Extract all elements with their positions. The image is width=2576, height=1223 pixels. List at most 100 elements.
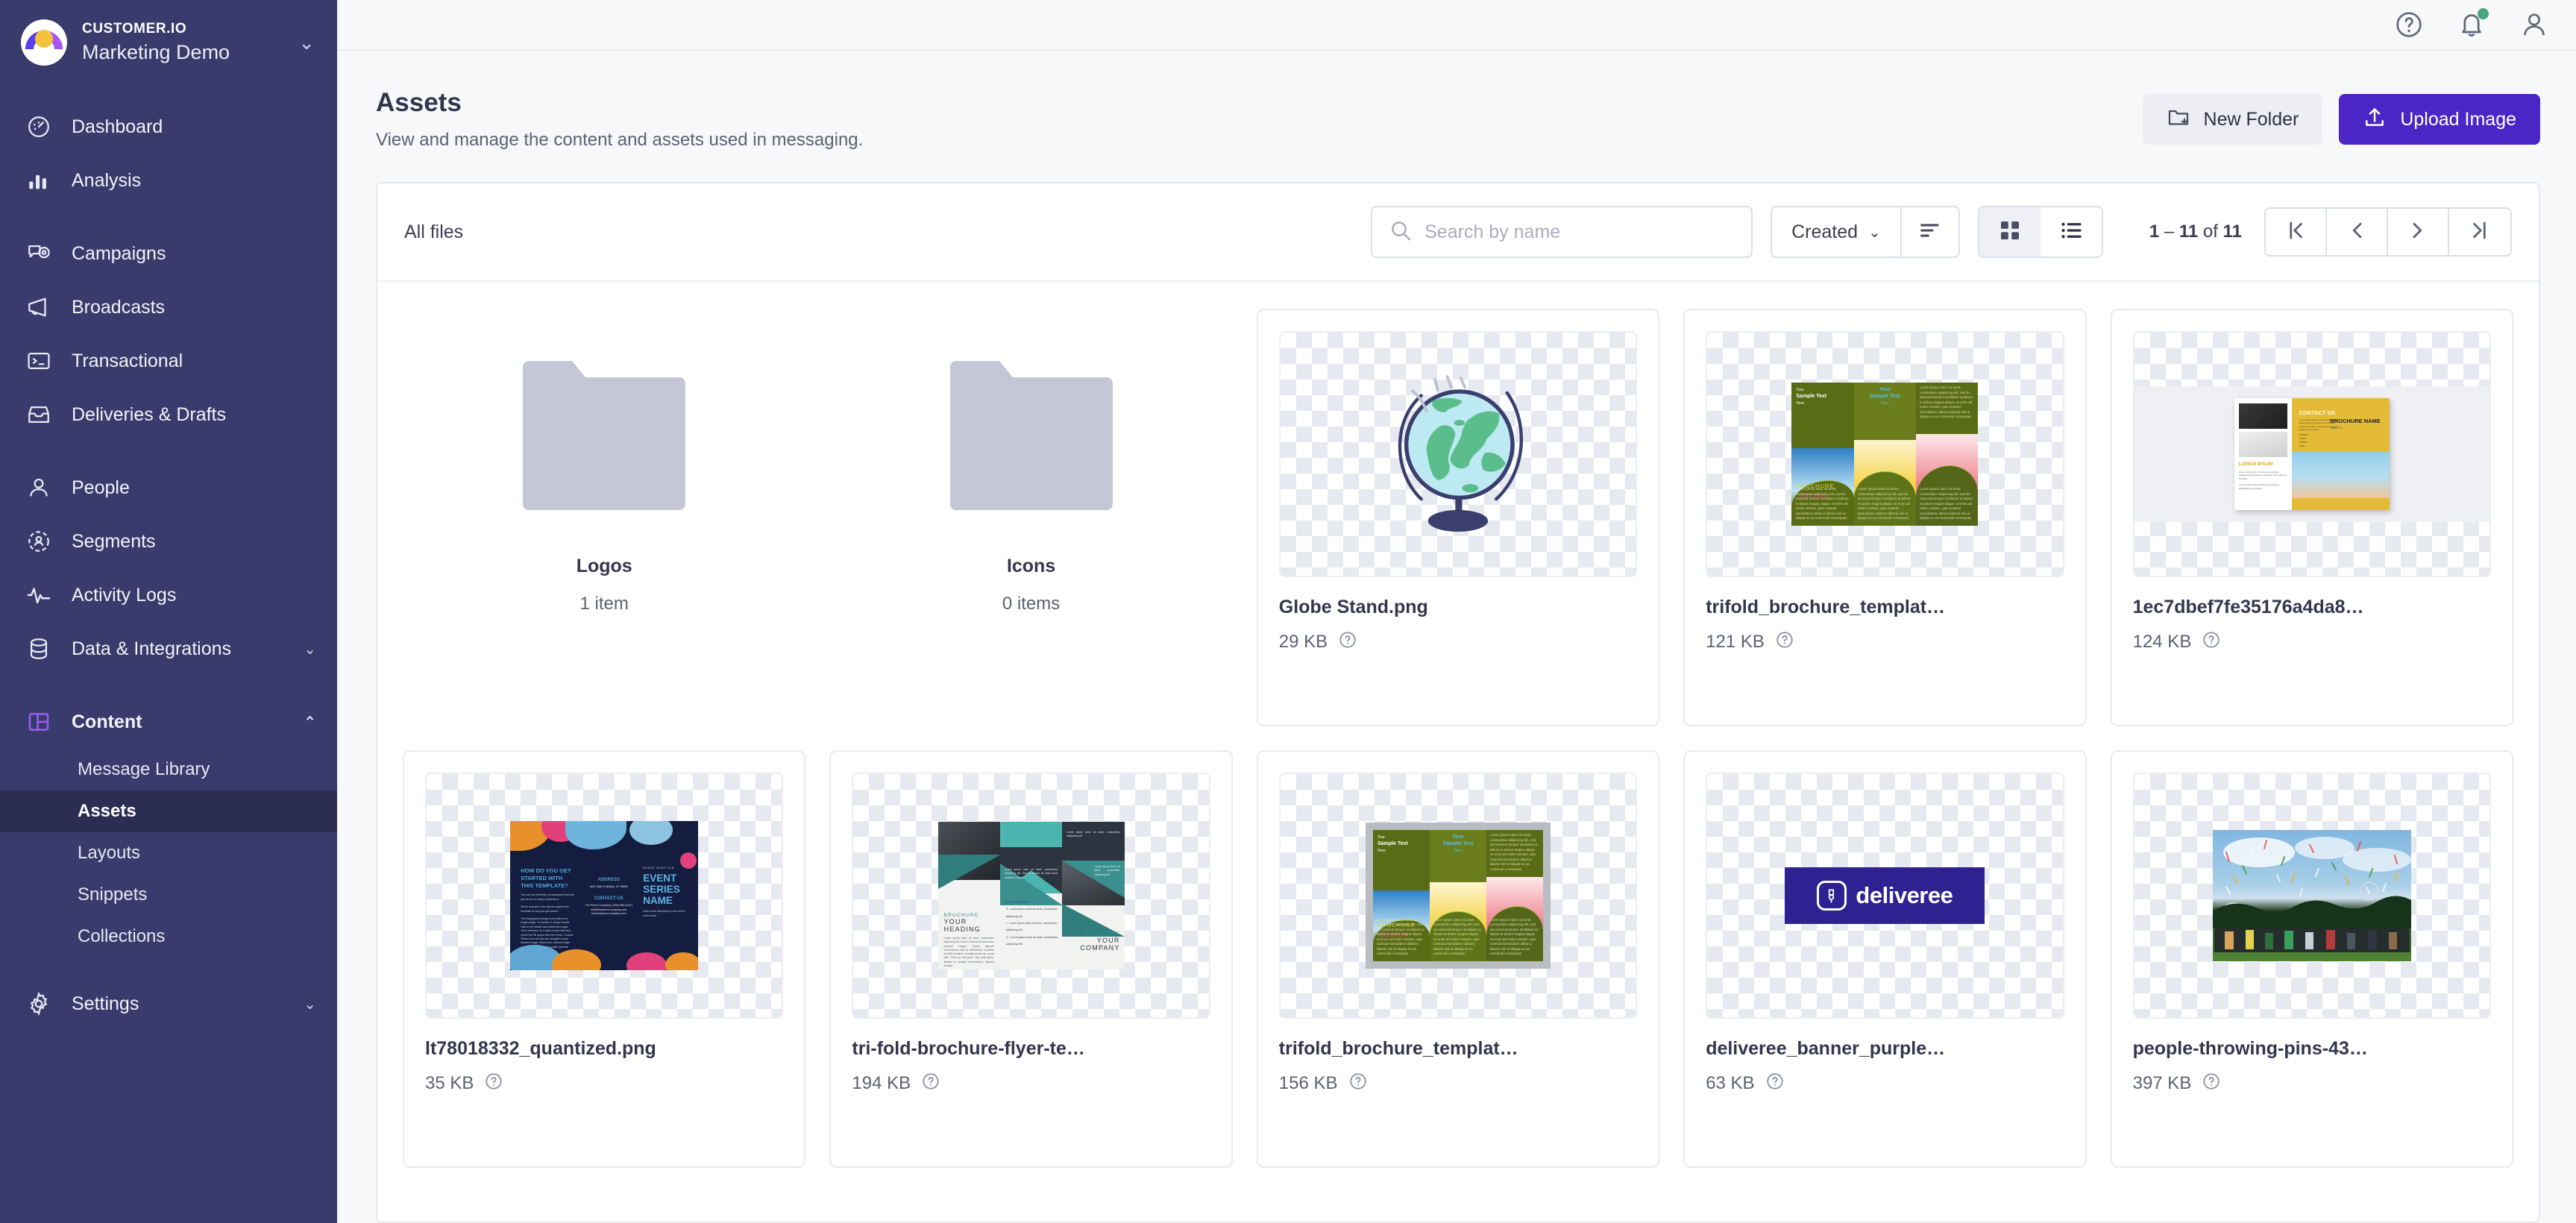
folder-item-icons[interactable]: Icons 0 items <box>829 309 1232 726</box>
sidebar-item-broadcasts[interactable]: Broadcasts <box>0 280 337 334</box>
grid-cell: Your Sample Text Here BROCHURE DESIGN Lore… <box>1256 750 1660 1168</box>
asset-meta: 29 KB <box>1279 630 1637 653</box>
asset-meta: 121 KB <box>1706 630 2064 653</box>
upload-image-button[interactable]: Upload Image <box>2339 94 2540 145</box>
chevron-down-icon[interactable]: ⌄ <box>298 31 319 54</box>
asset-card-deliveree-banner[interactable]: deliveree deliveree_banner_purple… 63 KB <box>1683 750 2087 1168</box>
workspace-switcher[interactable]: CUSTOMER.IO Marketing Demo ⌄ <box>0 0 337 85</box>
info-icon[interactable] <box>1348 1072 1368 1095</box>
chevron-up-icon[interactable]: ⌃ <box>304 713 316 732</box>
nav-group-data: People Segments Activity Logs Data & Int… <box>0 461 337 676</box>
asset-file-size: 397 KB <box>2132 1072 2192 1093</box>
sidebar-item-snippets[interactable]: Snippets <box>0 874 337 916</box>
asset-thumbnail: Your Sample Text Here BROCHURE DESIGN Lore… <box>1706 331 2064 577</box>
sidebar-item-deliveries-drafts[interactable]: Deliveries & Drafts <box>0 388 337 441</box>
sidebar-item-analysis[interactable]: Analysis <box>0 154 337 207</box>
sidebar-item-label: Broadcasts <box>72 296 166 318</box>
asset-card-1ec7dbef[interactable]: LOREM IPSUM Lorem ipsum dolor sit amet c… <box>2110 309 2513 726</box>
info-icon[interactable] <box>1765 1072 1785 1095</box>
pulse-icon <box>24 580 54 610</box>
search-input-wrapper[interactable] <box>1371 206 1753 258</box>
asset-card-trifold-brochure-121kb[interactable]: Your Sample Text Here BROCHURE DESIGN Lore… <box>1683 309 2087 726</box>
asset-file-name: trifold_brochure_templat… <box>1706 597 1946 617</box>
terminal-icon <box>24 346 54 376</box>
sidebar-item-content[interactable]: Content ⌃ <box>0 695 337 749</box>
next-page-button[interactable] <box>2388 209 2449 255</box>
asset-card-people-throwing-pins[interactable]: people-throwing-pins-43… 397 KB <box>2110 750 2513 1168</box>
info-icon[interactable] <box>2202 1072 2221 1095</box>
grid-cell: Icons 0 items <box>829 309 1232 726</box>
help-icon[interactable] <box>2394 10 2424 40</box>
sidebar-item-message-library[interactable]: Message Library <box>0 749 337 790</box>
folder-name: Logos <box>576 556 632 576</box>
sort-field-select[interactable]: Created ⌄ <box>1772 207 1900 257</box>
layout-icon <box>24 707 54 737</box>
asset-card-globe-stand[interactable]: Globe Stand.png 29 KB <box>1256 309 1660 726</box>
asset-file-name: people-throwing-pins-43… <box>2132 1038 2368 1059</box>
search-input[interactable] <box>1424 221 1735 243</box>
user-icon[interactable] <box>2519 10 2549 40</box>
sidebar-subitem-label: Collections <box>78 926 166 946</box>
info-icon[interactable] <box>484 1072 503 1095</box>
asset-card-trifold-brochure-156kb[interactable]: Your Sample Text Here BROCHURE DESIGN Lore… <box>1256 750 1660 1168</box>
prev-page-button[interactable] <box>2327 209 2388 255</box>
asset-thumbnail: LOREM IPSUM Lorem ipsum dolor sit amet c… <box>2132 331 2491 577</box>
info-icon[interactable] <box>921 1072 940 1095</box>
info-icon[interactable] <box>1775 630 1794 653</box>
last-page-button[interactable] <box>2449 209 2510 255</box>
sidebar-item-data-integrations[interactable]: Data & Integrations ⌄ <box>0 622 337 676</box>
sidebar-item-activity-logs[interactable]: Activity Logs <box>0 568 337 622</box>
chevron-down-icon[interactable]: ⌄ <box>304 995 316 1013</box>
green-brochure-artwork: Your Sample Text Here BROCHURE DESIGN Lore… <box>1791 383 1979 526</box>
logo-dot <box>35 30 53 48</box>
chevron-down-icon[interactable]: ⌄ <box>304 640 316 658</box>
asset-card-tri-fold-flyer[interactable]: BROCHURE YOUR HEADING Lorem ipsum dolor … <box>829 750 1233 1168</box>
info-icon[interactable] <box>1338 630 1357 653</box>
sort-direction-button[interactable] <box>1900 207 1958 257</box>
bell-icon[interactable] <box>2457 8 2489 40</box>
assets-grid: Logos 1 item Icons 0 items Globe Stand.p… <box>377 282 2539 1195</box>
sidebar-item-transactional[interactable]: Transactional <box>0 334 337 388</box>
bar-chart-icon <box>24 166 54 195</box>
top-bar <box>337 0 2576 51</box>
sidebar-subitem-label: Message Library <box>78 759 210 779</box>
toolbar-controls: Created ⌄ <box>1371 206 2512 258</box>
new-folder-button[interactable]: New Folder <box>2142 94 2323 145</box>
teal-brochure-artwork: BROCHURE YOUR HEADING Lorem ipsum dolor … <box>937 822 1125 969</box>
info-icon[interactable] <box>2202 630 2221 653</box>
asset-thumbnail <box>2132 773 2491 1019</box>
first-page-button[interactable] <box>2266 209 2327 255</box>
asset-file-size: 35 KB <box>425 1072 474 1093</box>
grid-cell: BROCHURE YOUR HEADING Lorem ipsum dolor … <box>829 750 1233 1168</box>
first-page-icon <box>2284 219 2307 245</box>
sidebar-item-layouts[interactable]: Layouts <box>0 832 337 874</box>
asset-thumbnail: Your Sample Text Here BROCHURE DESIGN Lore… <box>1278 773 1638 1019</box>
sidebar-item-dashboard[interactable]: Dashboard <box>0 100 337 154</box>
nav-group-overview: Dashboard Analysis <box>0 100 337 207</box>
folder-count: 0 items <box>1002 594 1061 614</box>
sidebar-item-assets[interactable]: Assets <box>0 790 337 832</box>
sidebar-item-collections[interactable]: Collections <box>0 916 337 958</box>
sidebar-item-campaigns[interactable]: Campaigns <box>0 227 337 280</box>
list-view-button[interactable] <box>2041 207 2102 257</box>
dashboard-icon <box>24 112 54 142</box>
search-icon <box>1389 218 1413 246</box>
grid-view-button[interactable] <box>1979 207 2041 257</box>
deliveree-wordmark: deliveree <box>1856 882 1953 908</box>
app-root: CUSTOMER.IO Marketing Demo ⌄ Dashboard A… <box>0 0 2576 1223</box>
page-header: Assets View and manage the content and a… <box>337 51 2576 182</box>
sidebar-item-segments[interactable]: Segments <box>0 515 337 568</box>
globe-illustration <box>1398 375 1524 532</box>
asset-file-size: 124 KB <box>2132 631 2192 652</box>
sidebar-item-settings[interactable]: Settings ⌄ <box>0 977 337 1031</box>
asset-meta: 35 KB <box>425 1072 783 1095</box>
asset-card-lt78018332[interactable]: HOW DO YOU GET STARTED WITH THIS TEMPLAT… <box>403 750 806 1168</box>
sort-field-label: Created <box>1791 221 1859 242</box>
folder-item-logos[interactable]: Logos 1 item <box>403 309 805 726</box>
nav-group-settings: Settings ⌄ <box>0 977 337 1031</box>
list-icon <box>2058 217 2085 248</box>
sidebar-subitem-label: Layouts <box>78 843 141 863</box>
database-icon <box>24 634 54 664</box>
sidebar-item-people[interactable]: People <box>0 461 337 515</box>
upload-image-label: Upload Image <box>2400 108 2516 130</box>
